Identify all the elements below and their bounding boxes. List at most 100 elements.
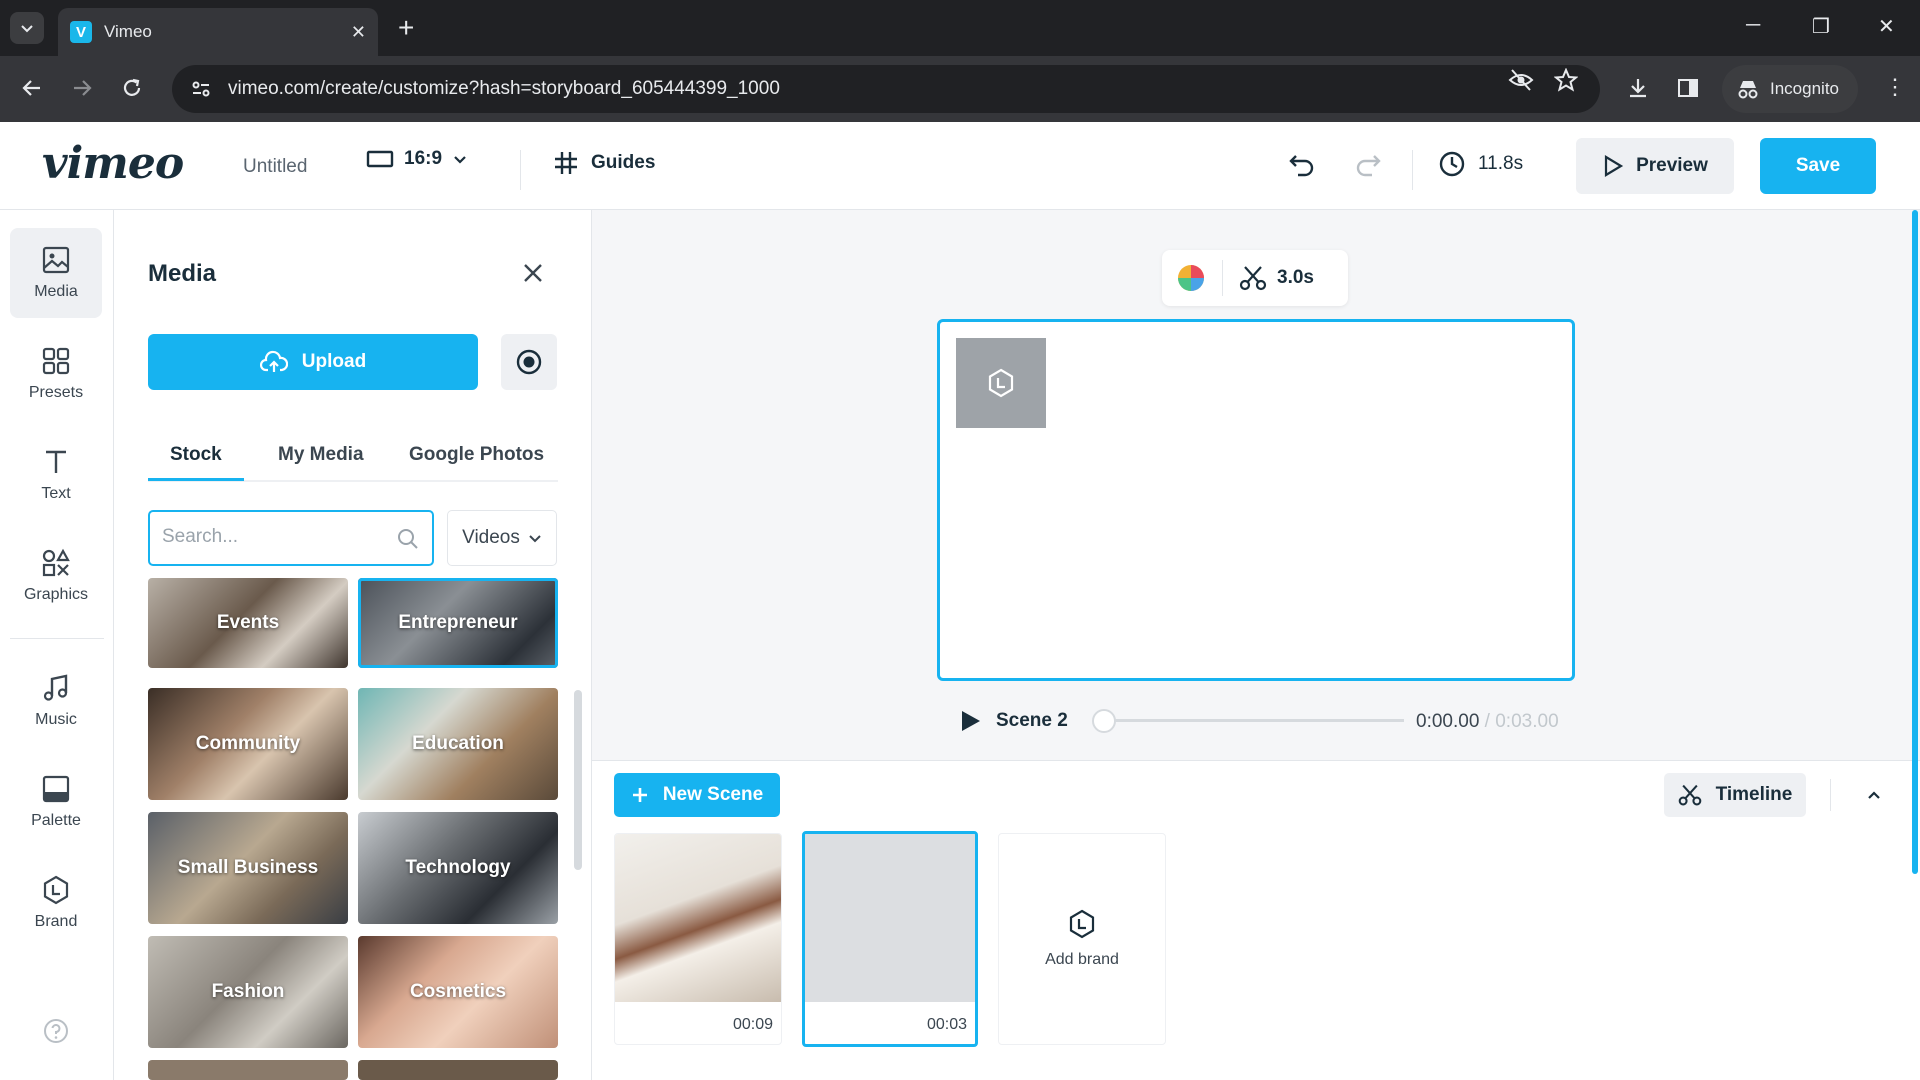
chevron-down-icon — [529, 535, 541, 543]
reload-icon[interactable] — [120, 76, 144, 100]
search-input[interactable] — [162, 526, 382, 548]
forward-icon[interactable] — [70, 76, 94, 100]
scene-canvas[interactable] — [937, 319, 1575, 681]
duration-value: 11.8s — [1478, 153, 1524, 174]
active-tab-indicator — [148, 478, 244, 481]
eye-off-icon[interactable] — [1508, 68, 1534, 92]
record-button[interactable] — [501, 334, 557, 390]
tab-close-icon[interactable]: ✕ — [351, 22, 366, 43]
save-button[interactable]: Save — [1760, 138, 1876, 194]
scrubber-track[interactable] — [1092, 709, 1404, 733]
scissors-icon — [1678, 784, 1701, 806]
browser-tab-vimeo[interactable]: V Vimeo ✕ — [58, 8, 378, 56]
header-divider — [520, 150, 521, 190]
project-duration: 11.8s — [1438, 150, 1523, 178]
vimeo-logo[interactable]: vimeo — [42, 138, 184, 189]
tab-google-photos[interactable]: Google Photos — [409, 444, 544, 466]
aspect-ratio-dropdown[interactable]: 16:9 — [366, 148, 468, 170]
scene-thumbnail — [805, 834, 975, 1002]
rail-item-media[interactable]: Media — [10, 228, 102, 318]
incognito-badge[interactable]: Incognito — [1722, 65, 1858, 113]
browser-menu-icon[interactable]: ⋮ — [1884, 74, 1906, 100]
rail-divider — [10, 638, 104, 639]
app-header: vimeo Untitled 16:9 Guides 11.8s Preview… — [0, 122, 1920, 210]
timeline-label: Timeline — [1715, 784, 1793, 805]
tile-label: Education — [412, 733, 504, 754]
project-title[interactable]: Untitled — [243, 156, 307, 178]
category-tile-partial[interactable] — [358, 1060, 558, 1080]
guides-button[interactable]: Guides — [553, 150, 655, 176]
timeline-button[interactable]: Timeline — [1664, 773, 1806, 817]
side-panel-icon[interactable] — [1676, 76, 1700, 100]
tile-label: Events — [216, 612, 280, 633]
rail-item-graphics[interactable]: Graphics — [10, 531, 102, 621]
rail-item-palette[interactable]: Palette — [10, 757, 102, 847]
media-type-dropdown[interactable]: Videos — [447, 510, 557, 566]
minimize-icon[interactable]: ─ — [1746, 14, 1760, 37]
add-brand-card[interactable]: Add brand — [998, 833, 1166, 1045]
scrubber-handle[interactable] — [1092, 709, 1116, 733]
cloud-upload-icon — [259, 350, 288, 372]
bookmark-star-icon[interactable] — [1554, 68, 1578, 92]
color-wheel-icon[interactable] — [1176, 263, 1206, 293]
left-tool-rail: Media Presets Text Graphics Music Palett… — [0, 210, 114, 1080]
category-tile-small-business[interactable]: Small Business — [148, 812, 348, 924]
panel-scrollbar[interactable] — [574, 690, 582, 870]
media-source-tabs: Stock My Media Google Photos — [148, 430, 558, 482]
scene-duration: 00:03 — [926, 1016, 967, 1033]
rail-item-brand[interactable]: Brand — [10, 858, 102, 948]
scene-card-1[interactable]: 00:09 — [614, 833, 782, 1045]
trim-button[interactable]: 3.0s — [1239, 264, 1314, 292]
scene-toolbar: 3.0s — [1162, 250, 1348, 306]
play-outline-icon — [1604, 155, 1624, 177]
scene-card-2[interactable]: 00:03 — [802, 831, 978, 1047]
aspect-ratio-value: 16:9 — [404, 148, 443, 169]
category-tile-entrepreneur[interactable]: Entrepreneur — [358, 578, 558, 668]
category-tile-cosmetics[interactable]: Cosmetics — [358, 936, 558, 1048]
back-icon[interactable] — [20, 76, 44, 100]
new-scene-button[interactable]: New Scene — [614, 773, 780, 817]
current-time: 0:00.00 — [1416, 711, 1480, 732]
rail-item-music[interactable]: Music — [10, 656, 102, 746]
chevron-up-icon[interactable] — [1866, 787, 1882, 803]
restore-icon[interactable]: ❐ — [1812, 14, 1830, 39]
upload-button[interactable]: Upload — [148, 334, 478, 390]
undo-icon[interactable] — [1288, 152, 1316, 178]
url-text: vimeo.com/create/customize?hash=storyboa… — [228, 78, 780, 99]
tab-my-media[interactable]: My Media — [278, 444, 364, 466]
play-icon[interactable] — [960, 709, 982, 733]
category-tile-events[interactable]: Events — [148, 578, 348, 668]
brand-logo-placeholder[interactable] — [956, 338, 1046, 428]
rail-item-text[interactable]: Text — [10, 430, 102, 520]
category-tile-fashion[interactable]: Fashion — [148, 936, 348, 1048]
tab-search-button[interactable] — [10, 12, 44, 44]
new-tab-button[interactable]: + — [398, 14, 414, 42]
redo-icon[interactable] — [1354, 152, 1382, 178]
download-icon[interactable] — [1626, 76, 1650, 100]
shapes-icon — [42, 548, 70, 577]
media-panel: Media Upload Stock My Media Google Photo… — [114, 210, 592, 1080]
url-bar[interactable]: vimeo.com/create/customize?hash=storyboa… — [172, 65, 1600, 113]
rail-item-presets[interactable]: Presets — [10, 329, 102, 419]
category-tile-education[interactable]: Education — [358, 688, 558, 800]
page-scrollbar[interactable] — [1912, 210, 1918, 874]
category-tile-partial[interactable] — [148, 1060, 348, 1080]
site-settings-icon[interactable] — [190, 78, 212, 100]
scene-player: Scene 2 0:00.00 / 0:03.00 — [960, 703, 1580, 739]
close-icon[interactable] — [522, 262, 544, 284]
scene-duration: 00:09 — [732, 1016, 773, 1033]
toolbar-divider — [1222, 260, 1223, 296]
brand-hexagon-icon — [43, 875, 69, 905]
tile-label: Cosmetics — [409, 981, 507, 1002]
plus-icon — [632, 788, 647, 802]
tile-label: Community — [195, 733, 301, 754]
window-close-icon[interactable]: ✕ — [1878, 14, 1895, 39]
tile-label: Technology — [405, 857, 511, 878]
category-tile-technology[interactable]: Technology — [358, 812, 558, 924]
category-tile-community[interactable]: Community — [148, 688, 348, 800]
tab-stock[interactable]: Stock — [170, 444, 222, 466]
search-field[interactable] — [148, 510, 434, 566]
help-icon[interactable] — [43, 1018, 69, 1044]
preview-button[interactable]: Preview — [1576, 138, 1734, 194]
timecode: 0:00.00 / 0:03.00 — [1416, 711, 1559, 733]
